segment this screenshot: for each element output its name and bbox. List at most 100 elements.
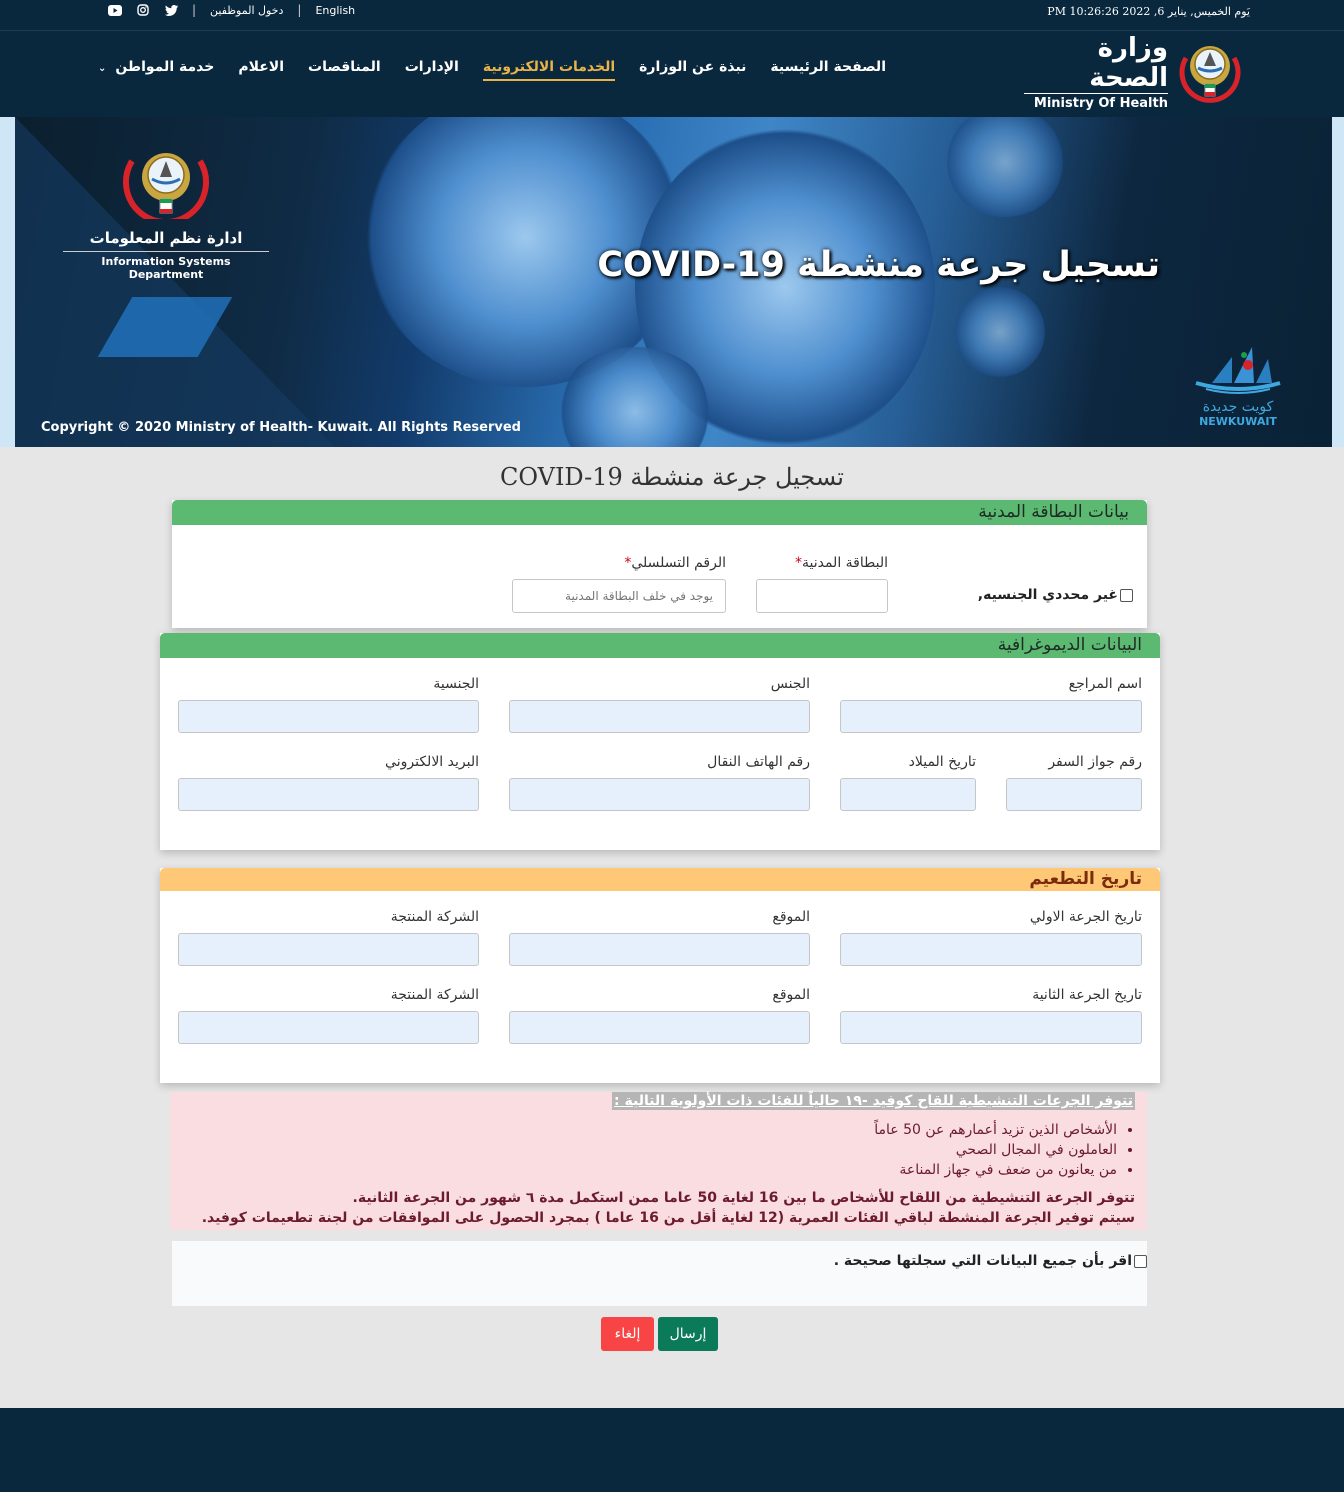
demographics-header: البيانات الديموغرافية bbox=[160, 633, 1160, 658]
civil-id-label-text: البطاقة المدنية bbox=[801, 555, 888, 571]
nav-eservices[interactable]: الخدمات الالكترونية bbox=[482, 59, 616, 81]
hero-banner: ادارة نظم المعلومات Information Systems … bbox=[15, 117, 1332, 447]
serial-field[interactable] bbox=[513, 580, 725, 612]
top-bar: | دخول الموظفين | English يَوم الخميس, ي… bbox=[0, 0, 1344, 30]
birth-date-label: تاريخ الميلاد bbox=[908, 754, 976, 770]
confirm-label: اقر بأن جميع البيانات التي سجلتها صحيحة … bbox=[833, 1253, 1132, 1269]
civil-card-section: بيانات البطاقة المدنية غير محددي الجنسيه… bbox=[172, 500, 1147, 628]
civil-id-field[interactable] bbox=[757, 580, 887, 612]
nav-about[interactable]: نبذة عن الوزارة bbox=[639, 59, 746, 81]
dose1-company-input[interactable] bbox=[178, 933, 479, 966]
banner-edge bbox=[1332, 117, 1344, 447]
isd-logo: ادارة نظم المعلومات Information Systems … bbox=[63, 147, 269, 281]
current-datetime: يَوم الخميس, يناير 6, 2022 10:26:26 PM bbox=[1047, 5, 1250, 18]
dose2-date-input[interactable] bbox=[840, 1011, 1142, 1044]
banner-copyright: Copyright © 2020 Ministry of Health- Kuw… bbox=[41, 420, 521, 435]
eligibility-note-1: تتوفر الجرعة التنشيطية من اللقاح للأشخاص… bbox=[352, 1190, 1135, 1206]
list-item: من يعانون من ضعف في جهاز المناعة bbox=[874, 1160, 1117, 1180]
confirm-checkbox-label[interactable]: اقر بأن جميع البيانات التي سجلتها صحيحة … bbox=[834, 1253, 1147, 1269]
isd-name-english: Information Systems Department bbox=[101, 255, 231, 281]
list-item: العاملون في المجال الصحي bbox=[874, 1140, 1117, 1160]
gender-label: الجنس bbox=[770, 676, 810, 692]
name-label: اسم المراجع bbox=[1068, 676, 1142, 692]
dose2-location-label: الموقع bbox=[772, 987, 810, 1003]
main-nav: الصفحة الرئيسية نبذة عن الوزارة الخدمات … bbox=[98, 59, 886, 81]
dose2-date-label: تاريخ الجرعة الثانية bbox=[1032, 987, 1142, 1003]
passport-label: رقم جواز السفر bbox=[1048, 754, 1142, 770]
youtube-icon[interactable] bbox=[108, 3, 122, 17]
vaccination-header: تاريخ التطعيم bbox=[160, 868, 1160, 891]
banner-title: تسجيل جرعة منشطة COVID-19 bbox=[597, 245, 1160, 285]
newkuwait-english: NEWKUWAIT bbox=[1199, 415, 1277, 428]
language-link[interactable]: English bbox=[315, 4, 355, 17]
nav-citizen-service[interactable]: خدمة المواطن ⌄ bbox=[98, 59, 214, 81]
eligibility-info: تتوفر الجرعات التنشيطية للقاح كوفيد -١٩ … bbox=[170, 1092, 1147, 1230]
twitter-icon[interactable] bbox=[164, 3, 178, 17]
dose1-location-input[interactable] bbox=[509, 933, 810, 966]
newkuwait-arabic: كويت جديدة bbox=[1202, 399, 1274, 415]
dhow-icon bbox=[1195, 347, 1281, 394]
civil-card-header: بيانات البطاقة المدنية bbox=[172, 500, 1147, 525]
serial-label: الرقم التسلسلي* bbox=[624, 555, 726, 571]
nationality-input[interactable] bbox=[178, 700, 479, 733]
chevron-down-icon: ⌄ bbox=[98, 63, 107, 74]
name-input[interactable] bbox=[840, 700, 1142, 733]
nationality-label: الجنسية bbox=[433, 676, 479, 692]
mobile-input[interactable] bbox=[509, 778, 810, 811]
priority-groups-list: الأشخاص الذين تزيد أعمارهم عن 50 عاماً ا… bbox=[874, 1120, 1117, 1180]
eligibility-note-2: سيتم توفير الجرعة المنشطة لباقي الفئات ا… bbox=[201, 1210, 1135, 1226]
banner-edge bbox=[0, 117, 15, 447]
list-item: الأشخاص الذين تزيد أعمارهم عن 50 عاماً bbox=[874, 1120, 1117, 1140]
dose1-date-input[interactable] bbox=[840, 933, 1142, 966]
dose2-company-input[interactable] bbox=[178, 1011, 479, 1044]
dose2-company-label: الشركة المنتجة bbox=[390, 987, 479, 1003]
stateless-checkbox[interactable] bbox=[1120, 588, 1133, 602]
nav-tenders[interactable]: المناقصات bbox=[308, 59, 381, 81]
isd-name-arabic: ادارة نظم المعلومات bbox=[63, 229, 269, 252]
email-label: البريد الالكتروني bbox=[385, 754, 479, 770]
ministry-logo[interactable]: وزارة الصحة Ministry Of Health bbox=[1024, 33, 1244, 111]
nav-citizen-service-label: خدمة المواطن bbox=[115, 59, 215, 75]
logo-english: Ministry Of Health bbox=[1024, 93, 1168, 111]
serial-label-text: الرقم التسلسلي bbox=[631, 555, 726, 571]
birth-date-input[interactable] bbox=[840, 778, 976, 811]
separator: | bbox=[297, 3, 302, 17]
main-navbar: وزارة الصحة Ministry Of Health الصفحة ال… bbox=[0, 30, 1344, 117]
cancel-button[interactable]: إلغاء bbox=[601, 1317, 654, 1351]
dose2-location-input[interactable] bbox=[509, 1011, 810, 1044]
instagram-icon[interactable] bbox=[136, 3, 150, 17]
mobile-label: رقم الهاتف النقال bbox=[707, 754, 810, 770]
page-title: تسجيل جرعة منشطة COVID-19 bbox=[500, 463, 844, 491]
kuwait-emblem-icon bbox=[1176, 38, 1244, 106]
footer bbox=[0, 1408, 1344, 1492]
eligibility-headline: تتوفر الجرعات التنشيطية للقاح كوفيد -١٩ … bbox=[612, 1092, 1135, 1110]
confirm-checkbox[interactable] bbox=[1134, 1254, 1147, 1268]
virus-image bbox=[955, 287, 1045, 377]
serial-input[interactable] bbox=[512, 579, 726, 613]
separator: | bbox=[192, 3, 197, 17]
submit-button[interactable]: إرسال bbox=[658, 1317, 718, 1351]
top-links: | دخول الموظفين | English bbox=[108, 3, 355, 17]
logo-arabic: وزارة الصحة bbox=[1089, 33, 1168, 93]
demographics-section: البيانات الديموغرافية اسم المراجع الجنس … bbox=[160, 633, 1160, 850]
stateless-label: غير محددي الجنسيه, bbox=[977, 587, 1118, 603]
email-input[interactable] bbox=[178, 778, 479, 811]
nav-departments[interactable]: الإدارات bbox=[405, 59, 459, 81]
passport-input[interactable] bbox=[1006, 778, 1142, 811]
gender-input[interactable] bbox=[509, 700, 810, 733]
stateless-checkbox-label[interactable]: غير محددي الجنسيه, bbox=[978, 587, 1133, 603]
civil-id-input[interactable] bbox=[756, 579, 888, 613]
vaccination-section: تاريخ التطعيم تاريخ الجرعة الاولي الموقع… bbox=[160, 868, 1160, 1083]
confirmation-box: اقر بأن جميع البيانات التي سجلتها صحيحة … bbox=[172, 1241, 1147, 1306]
civil-id-label: البطاقة المدنية* bbox=[795, 555, 888, 571]
virus-image bbox=[945, 117, 1065, 217]
dose1-company-label: الشركة المنتجة bbox=[390, 909, 479, 925]
dose1-location-label: الموقع bbox=[772, 909, 810, 925]
dose1-date-label: تاريخ الجرعة الاولي bbox=[1029, 909, 1142, 925]
employee-login-link[interactable]: دخول الموظفين bbox=[210, 4, 283, 17]
newkuwait-logo: كويت جديدة NEWKUWAIT bbox=[1190, 345, 1286, 428]
nav-media[interactable]: الاعلام bbox=[238, 59, 284, 81]
nav-home[interactable]: الصفحة الرئيسية bbox=[770, 59, 886, 81]
kuwait-emblem-icon bbox=[123, 153, 209, 225]
required-mark: * bbox=[794, 555, 802, 571]
